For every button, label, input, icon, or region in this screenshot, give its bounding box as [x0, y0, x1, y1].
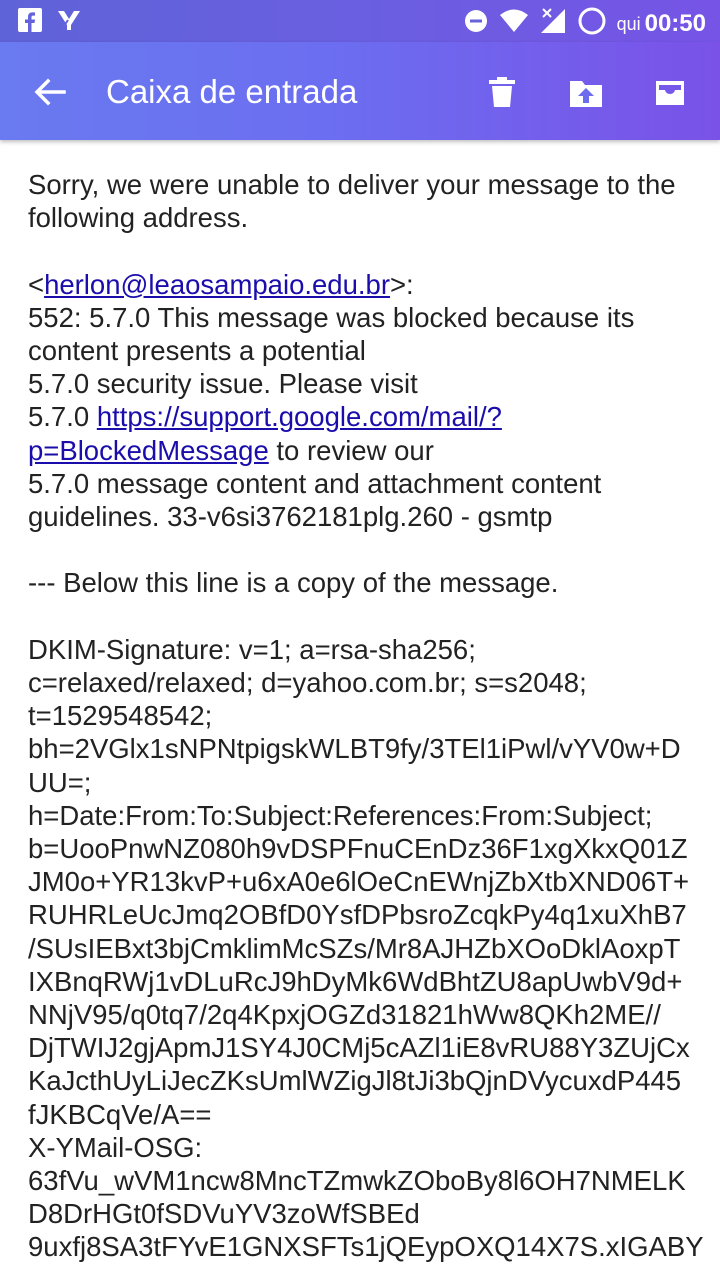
error-line-prefix: 5.7.0 — [28, 401, 97, 433]
header-line: 63fVu_wVM1ncw8MncTZmwkZOboBy8l6OH7NMELK — [28, 1165, 686, 1197]
error-line: guidelines. 33-v6si3762181plg.260 - gsmt… — [28, 501, 553, 533]
header-line: t=1529548542; — [28, 700, 213, 732]
status-time: 00:50 — [644, 9, 706, 37]
error-line: content presents a potential — [28, 335, 366, 366]
header-line: NNjV95/q0tq7/2q4KpxjOGZd31821hWw8QKh2ME/… — [28, 999, 661, 1031]
header-line: fJKBCqVe/A== — [28, 1098, 212, 1130]
recipient-prefix: < — [28, 268, 45, 300]
status-left-icons — [18, 8, 82, 37]
archive-icon — [656, 81, 684, 105]
header-line: IXBnqRWj1vDLuRcJ9hDyMk6WdBhtZU8apUwbV9d+ — [28, 965, 683, 997]
page-title: Caixa de entrada — [106, 73, 358, 110]
error-line: 5.7.0 message content and attachment con… — [28, 467, 602, 499]
error-line-suffix: to review our — [268, 434, 434, 466]
header-line: bh=2VGlx1sNPNtpigskWLBT9fy/3TEl1iPwl/vYV… — [28, 733, 681, 765]
delivery-failure-text: Sorry, we were unable to deliver your me… — [28, 169, 676, 234]
archive-button[interactable] — [650, 73, 690, 113]
header-line: DjTWIJ2gjApmJ1SY4J0CMj5cAZl1iE8vRU88Y3ZU… — [28, 1032, 690, 1064]
recipient-email-link[interactable]: herlon@leaosampaio.edu.br — [44, 269, 390, 300]
status-right-icons: qui 00:50 — [463, 6, 706, 41]
error-line: 5.7.0 security issue. Please visit — [28, 368, 418, 400]
notification-app-icon — [56, 8, 82, 37]
error-line: 5.7.0 https://support.google.com/mail/?p… — [28, 400, 698, 466]
header-line: JM0o+YR13kvP+u6xA0e6lOeCnEWnjZbXtbXND06T… — [28, 866, 690, 898]
battery-icon — [577, 6, 607, 41]
delete-button[interactable] — [482, 73, 522, 113]
header-line: /SUsIEBxt3bjCmklimMcSZs/Mr8AJHZbXOoDklAo… — [28, 932, 681, 964]
status-day: qui — [616, 13, 641, 34]
header-line: b=UooPnwNZ080h9vDSPFnuCEnDz36F1xgXkxQ01Z — [28, 833, 688, 865]
header-line: X-YMail-OSG: — [28, 1131, 203, 1163]
wifi-icon — [499, 8, 529, 39]
error-line: 552: 5.7.0 This message was blocked beca… — [28, 301, 635, 333]
app-bar: Caixa de entrada — [0, 42, 720, 140]
copy-separator-text: --- Below this line is a copy of the mes… — [28, 567, 559, 599]
recipient-line: <herlon@leaosampaio.edu.br>: — [28, 268, 698, 301]
header-line: 9uxfj8SA3tFYvE1GNXSFTs1jQEypOXQ14X7S.xIG… — [28, 1231, 704, 1263]
header-line: h=Date:From:To:Subject:References:From:S… — [28, 799, 653, 831]
status-bar: qui 00:50 — [0, 0, 720, 42]
header-line: KaJcthUyLiJecZKsUmlWZigJl8tJi3bQjnDVycux… — [28, 1065, 682, 1097]
recipient-suffix: >: — [389, 268, 414, 300]
header-line: c=relaxed/relaxed; d=yahoo.com.br; s=s20… — [28, 667, 587, 698]
do-not-disturb-icon — [463, 8, 489, 39]
header-line: UU=; — [28, 766, 92, 798]
arrow-left-icon — [34, 78, 66, 106]
header-line: DKIM-Signature: v=1; a=rsa-sha256; — [28, 633, 476, 665]
folder-move-icon — [570, 81, 602, 107]
back-button[interactable] — [30, 72, 70, 112]
facebook-icon — [18, 8, 42, 37]
message-body: Sorry, we were unable to deliver your me… — [28, 168, 704, 1264]
header-line: RUHRLeUcJmq2OBfD0YsfDPbsroZcqkPy4q1xuXhB… — [28, 899, 687, 931]
move-to-folder-button[interactable] — [566, 73, 606, 113]
header-line: D8DrHGt0fSDVuYV3zoWfSBEd — [28, 1198, 420, 1230]
trash-icon — [489, 77, 515, 107]
signal-icon — [539, 7, 567, 40]
